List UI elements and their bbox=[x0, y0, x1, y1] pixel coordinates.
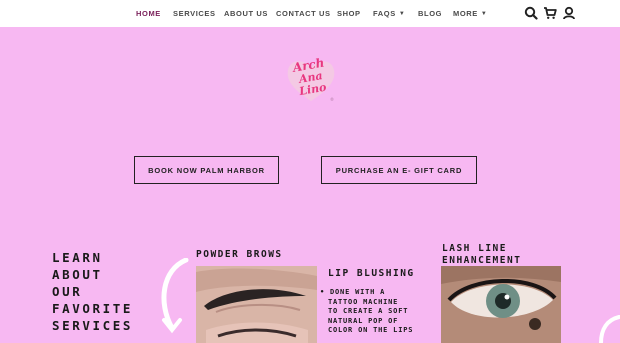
description-line: • DONE WITH A bbox=[320, 288, 386, 296]
lip-blushing-description: • DONE WITH A TATTOO MACHINE TO CREATE A… bbox=[320, 288, 413, 336]
heading-line: LEARN bbox=[52, 250, 103, 265]
lash-title-line: LASH LINE bbox=[442, 243, 507, 254]
description-line: COLOR ON THE LIPS bbox=[328, 326, 414, 334]
lash-line-photo[interactable] bbox=[441, 266, 561, 343]
heading-line: ABOUT bbox=[52, 267, 103, 282]
account-icon[interactable] bbox=[562, 6, 576, 20]
heading-line: SERVICES bbox=[52, 318, 134, 333]
services-heading: LEARN ABOUT OUR FAVORITE SERVICES bbox=[52, 249, 133, 334]
nav-services[interactable]: SERVICES bbox=[173, 9, 216, 18]
lash-line-title: LASH LINE ENHANCEMENT bbox=[442, 243, 521, 267]
heading-line: FAVORITE bbox=[52, 301, 134, 316]
lip-blushing-title: LIP BLUSHING bbox=[328, 268, 415, 279]
swoosh-arrow-icon bbox=[161, 258, 189, 334]
powder-brows-photo[interactable] bbox=[196, 266, 317, 343]
book-now-button[interactable]: BOOK NOW PALM HARBOR bbox=[134, 156, 279, 184]
cart-icon[interactable] bbox=[543, 6, 557, 20]
top-navigation: HOME SERVICES ABOUT US CONTACT US SHOP F… bbox=[0, 0, 620, 27]
chevron-down-icon: ▼ bbox=[398, 11, 406, 17]
nav-about-us[interactable]: ABOUT US bbox=[224, 9, 268, 18]
nav-home[interactable]: HOME bbox=[136, 9, 161, 18]
brand-logo[interactable]: Arch Ana Lino ® bbox=[284, 54, 338, 104]
description-line: TATTOO MACHINE bbox=[328, 297, 399, 306]
powder-brows-title: POWDER BROWS bbox=[196, 249, 283, 260]
nav-shop[interactable]: SHOP bbox=[337, 9, 361, 18]
nav-more[interactable]: MORE ▼ bbox=[453, 9, 487, 18]
nav-contact-us[interactable]: CONTACT US bbox=[276, 9, 331, 18]
description-line: TO CREATE A SOFT bbox=[328, 307, 409, 315]
swoosh-arrow-icon bbox=[599, 315, 620, 343]
nav-faqs[interactable]: FAQS ▼ bbox=[373, 9, 405, 18]
svg-text:®: ® bbox=[330, 97, 334, 102]
nav-faqs-label: FAQS bbox=[373, 9, 396, 18]
nav-blog[interactable]: BLOG bbox=[418, 9, 442, 18]
nav-more-label: MORE bbox=[453, 9, 478, 18]
gift-card-button[interactable]: PURCHASE AN E- GIFT CARD bbox=[321, 156, 477, 184]
heading-line: OUR bbox=[52, 284, 83, 299]
description-line: NATURAL POP OF bbox=[328, 316, 399, 325]
chevron-down-icon: ▼ bbox=[480, 11, 488, 17]
search-icon[interactable] bbox=[524, 6, 538, 20]
